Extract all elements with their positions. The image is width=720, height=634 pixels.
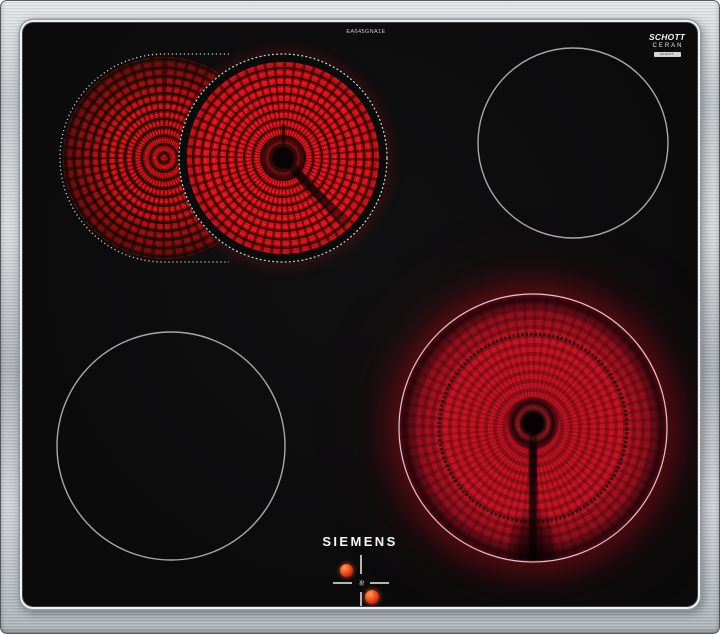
heat-indicator-dot-front — [365, 590, 379, 604]
residual-heat-indicator: ≋ — [333, 555, 389, 606]
sensor-wire-shadow — [281, 124, 285, 160]
schott-ceran-subtext-pill: SCHOTT CERAN — [653, 51, 681, 57]
residual-heat-icon: ≋ — [357, 579, 366, 587]
heat-indicator-dot-rear — [339, 563, 353, 577]
cross-mark-left — [333, 582, 352, 584]
sensor-center-shadow — [507, 396, 559, 449]
sensor-base-shadow — [507, 508, 559, 561]
zone-rear-right-outline — [477, 47, 669, 239]
sensor-stem-shadow — [529, 422, 537, 563]
cross-mark-bottom — [360, 592, 362, 606]
cooktop: EA645GNA1E SCHOTT CERAN SCHOTT CERAN SIE… — [0, 0, 720, 634]
schott-ceran-logo: SCHOTT CERAN SCHOTT CERAN — [649, 33, 685, 57]
sensor-center-shadow — [260, 135, 306, 181]
schott-logo-text: SCHOTT — [649, 32, 686, 42]
ceramic-glass-surface: EA645GNA1E SCHOTT CERAN SCHOTT CERAN SIE… — [23, 23, 697, 606]
siemens-brand-logo: SIEMENS — [322, 534, 398, 549]
zone-front-right-glowing — [399, 294, 667, 563]
zone-rear-left-main-glowing — [178, 53, 388, 263]
cross-mark-top — [360, 555, 362, 574]
sensor-stem-shadow — [279, 154, 350, 229]
model-number-label: EA645GNA1E — [346, 29, 386, 35]
cross-mark-right — [370, 582, 389, 584]
ceran-logo-text: CERAN — [652, 43, 684, 49]
zone-front-left-outline — [56, 331, 286, 561]
